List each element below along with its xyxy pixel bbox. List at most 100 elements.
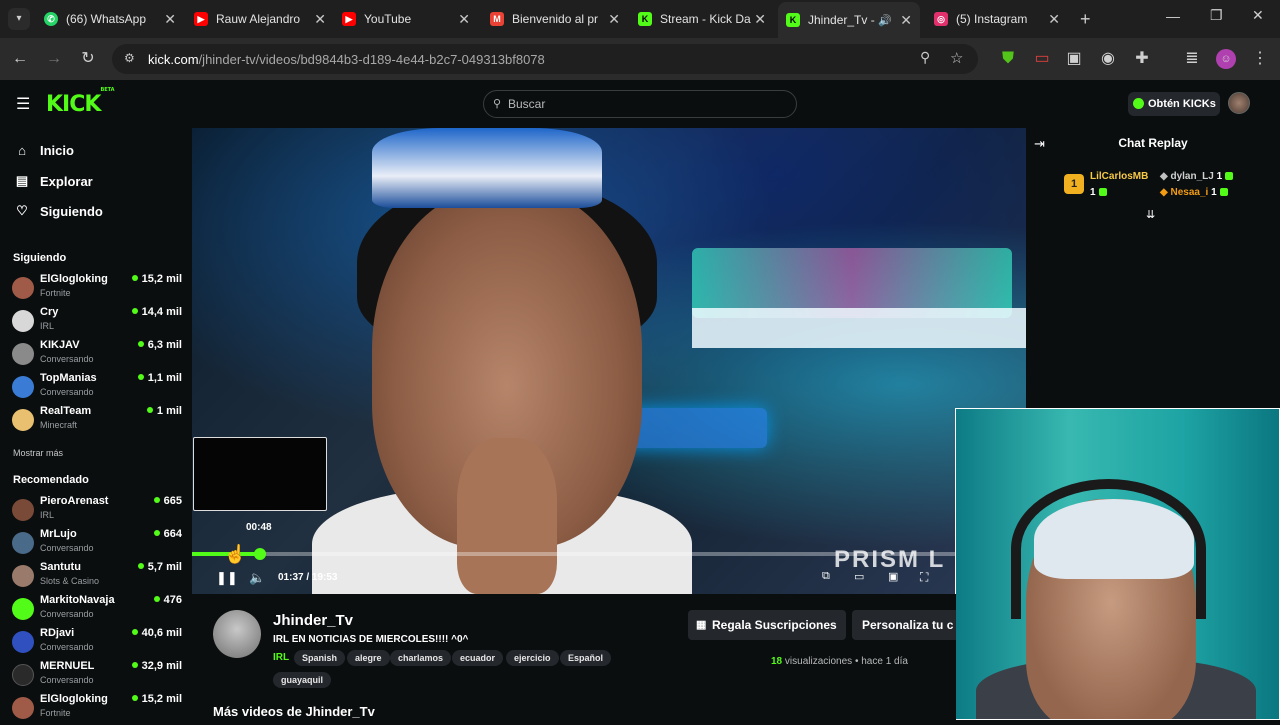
- channel-item[interactable]: RealTeam Minecraft 1 mil: [12, 405, 182, 437]
- chat-username: dylan_LJ: [1170, 171, 1214, 182]
- user-avatar[interactable]: [1228, 92, 1250, 114]
- theater-mode-icon[interactable]: ▣: [888, 570, 898, 583]
- tag[interactable]: alegre: [347, 650, 390, 666]
- restore-button[interactable]: ❐: [1210, 7, 1223, 24]
- channel-name: ElGlogloking: [40, 273, 108, 285]
- channel-name[interactable]: Jhinder_Tv: [273, 612, 353, 629]
- window-close-button[interactable]: ✕: [1252, 7, 1264, 24]
- forward-icon[interactable]: →: [44, 49, 64, 69]
- seek-bar-handle[interactable]: [253, 548, 266, 560]
- kicks-coin-icon: [1133, 98, 1144, 109]
- minimize-button[interactable]: —: [1166, 8, 1180, 24]
- url-host: kick.com: [148, 51, 199, 67]
- tag[interactable]: charlamos: [390, 650, 452, 666]
- channel-avatar[interactable]: [213, 610, 261, 658]
- new-tab-button[interactable]: +: [1080, 9, 1091, 30]
- tag[interactable]: ejercicio: [506, 650, 559, 666]
- gift-icon: ▦: [696, 619, 707, 631]
- zoom-icon[interactable]: ⚲: [920, 49, 930, 66]
- browser-tab-rauw[interactable]: ▶ Rauw Alejandro ✕: [194, 6, 326, 32]
- close-icon[interactable]: ✕: [754, 11, 766, 28]
- hamburger-menu-icon[interactable]: ☰: [16, 94, 30, 114]
- browser-tab-jhinder[interactable]: K Jhinder_Tv - 🔊 ✕: [778, 2, 920, 38]
- profile-avatar-icon[interactable]: ☺: [1216, 49, 1236, 69]
- get-kicks-label: Obtén KICKs: [1148, 98, 1216, 110]
- channel-item[interactable]: MrLujo Conversando 664: [12, 528, 182, 560]
- gmail-icon: M: [490, 12, 504, 26]
- tag[interactable]: guayaquil: [273, 672, 332, 688]
- channel-item[interactable]: ElGlogloking Fortnite 15,2 mil: [12, 273, 182, 305]
- close-icon[interactable]: ✕: [608, 11, 620, 28]
- customize-button[interactable]: Personaliza tu c: [852, 610, 956, 640]
- channel-name: ElGlogloking: [40, 693, 108, 705]
- category-link[interactable]: IRL: [273, 652, 289, 663]
- tag[interactable]: Español: [560, 650, 612, 666]
- kick-logo[interactable]: KICKBETA: [46, 87, 115, 117]
- whatsapp-icon: ✆: [44, 12, 58, 26]
- channel-item[interactable]: Santutu Slots & Casino 5,7 mil: [12, 561, 182, 593]
- wallet-extension-icon[interactable]: ◉: [1098, 49, 1118, 69]
- tab-label: Stream - Kick Da: [660, 12, 751, 26]
- channel-item[interactable]: MERNUEL Conversando 32,9 mil: [12, 660, 182, 692]
- sidebar-item-siguiendo[interactable]: ♡ Siguiendo: [14, 203, 103, 219]
- seek-preview-time: 00:48: [246, 522, 272, 533]
- bookmark-star-icon[interactable]: ☆: [950, 49, 963, 67]
- chat-user[interactable]: LilCarlosMB: [1090, 171, 1148, 182]
- channel-item[interactable]: Cry IRL 14,4 mil: [12, 306, 182, 338]
- expand-leaderboard-icon[interactable]: ⇊: [1146, 208, 1155, 221]
- browser-tab-gmail[interactable]: M Bienvenido al pr ✕: [490, 6, 620, 32]
- get-kicks-button[interactable]: Obtén KICKs: [1128, 92, 1220, 116]
- sidebar-item-inicio[interactable]: ⌂ Inicio: [14, 143, 74, 158]
- channel-item[interactable]: TopManias Conversando 1,1 mil: [12, 372, 182, 404]
- cast-extension-icon[interactable]: ▭: [1032, 49, 1052, 69]
- close-icon[interactable]: ✕: [164, 11, 176, 28]
- viewer-count: 1 mil: [147, 405, 182, 417]
- close-icon[interactable]: ✕: [900, 12, 912, 29]
- channel-item[interactable]: RDjavi Conversando 40,6 mil: [12, 627, 182, 659]
- shield-extension-icon[interactable]: ⛊: [998, 49, 1018, 69]
- fullscreen-icon[interactable]: ⛶: [920, 570, 928, 585]
- tag[interactable]: Spanish: [294, 650, 346, 666]
- site-info-icon[interactable]: ⚙: [124, 51, 135, 65]
- chat-user[interactable]: ◆ Nesaa_i 1: [1160, 187, 1228, 198]
- tab-search-dropdown[interactable]: ▾: [8, 8, 30, 30]
- speaker-icon[interactable]: 🔊: [878, 14, 892, 27]
- channel-item[interactable]: KIKJAV Conversando 6,3 mil: [12, 339, 182, 371]
- reload-icon[interactable]: ↻: [78, 49, 98, 69]
- show-more-link[interactable]: Mostrar más: [13, 448, 63, 458]
- browser-tab-kick-dashboard[interactable]: K Stream - Kick Da ✕: [638, 6, 766, 32]
- extensions-puzzle-icon[interactable]: ✚: [1132, 49, 1152, 69]
- tag[interactable]: ecuador: [452, 650, 504, 666]
- channel-name: RDjavi: [40, 627, 75, 639]
- close-icon[interactable]: ✕: [314, 11, 326, 28]
- channel-item[interactable]: PieroArenast IRL 665: [12, 495, 182, 527]
- back-icon[interactable]: ←: [10, 49, 30, 69]
- address-bar[interactable]: ⚙ kick.com/jhinder-tv/videos/bd9844b3-d1…: [112, 44, 978, 74]
- pause-button[interactable]: ❚❚: [216, 570, 238, 586]
- view-label: visualizaciones: [784, 656, 853, 667]
- avatar: [12, 277, 34, 299]
- channel-item[interactable]: MarkitoNavaja Conversando 476: [12, 594, 182, 626]
- media-extension-icon[interactable]: ▣: [1064, 49, 1084, 69]
- sidebar-item-explorar[interactable]: ▤ Explorar: [14, 173, 93, 189]
- chat-user[interactable]: ◆ dylan_LJ 1: [1160, 171, 1234, 182]
- search-input[interactable]: ⚲ Buscar: [483, 90, 797, 118]
- gift-subscriptions-button[interactable]: ▦ Regala Suscripciones: [688, 610, 846, 640]
- chat-username: LilCarlosMB: [1090, 171, 1149, 182]
- close-icon[interactable]: ✕: [458, 11, 470, 28]
- clip-icon[interactable]: ▭: [854, 570, 864, 583]
- seek-bar[interactable]: [192, 548, 1026, 560]
- media-control-icon[interactable]: ≣: [1182, 49, 1202, 69]
- volume-icon[interactable]: 🔈: [249, 570, 265, 586]
- pip-icon[interactable]: ⧉: [822, 570, 830, 583]
- browser-menu-icon[interactable]: ⋮: [1250, 49, 1270, 69]
- customize-button-label: Personaliza tu c: [862, 618, 954, 632]
- channel-category: IRL: [40, 510, 55, 520]
- browser-tab-whatsapp[interactable]: ✆ (66) WhatsApp ✕: [44, 6, 176, 32]
- close-icon[interactable]: ✕: [1048, 11, 1060, 28]
- browser-tab-youtube[interactable]: ▶ YouTube ✕: [342, 6, 470, 32]
- tab-label: YouTube: [364, 12, 412, 26]
- video-player[interactable]: PRISM L 00:48 ☝ ❚❚ 🔈 01:37 / 19:53 ⧉ ▭ ▣…: [192, 128, 1026, 594]
- browser-tab-instagram[interactable]: ◎ (5) Instagram ✕: [934, 6, 1060, 32]
- channel-item[interactable]: ElGlogloking Fortnite 15,2 mil: [12, 693, 182, 725]
